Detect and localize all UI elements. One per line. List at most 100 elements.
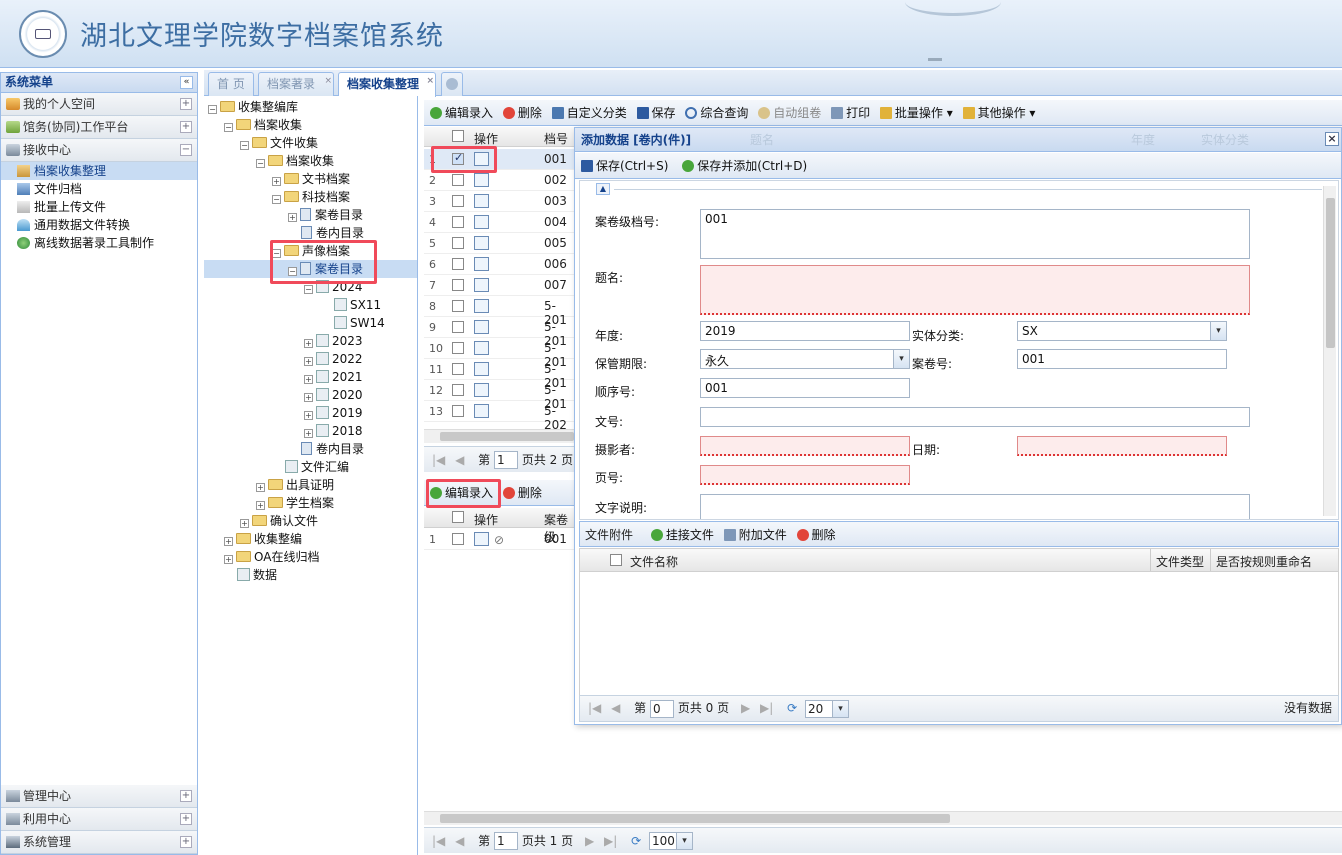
tree-node[interactable]: SW14 bbox=[334, 314, 385, 332]
photographer-field[interactable] bbox=[700, 436, 910, 456]
expand-icon[interactable]: + bbox=[180, 813, 192, 825]
tree-node[interactable]: 卷内目录 bbox=[301, 440, 364, 458]
col-header-filetype[interactable]: 文件类型 bbox=[1156, 553, 1204, 570]
tree-node[interactable]: 文件汇编 bbox=[285, 458, 349, 476]
table-row[interactable]: 2 002 bbox=[424, 170, 574, 191]
class-select[interactable]: SX ▾ bbox=[1017, 321, 1227, 341]
row-checkbox[interactable] bbox=[452, 363, 464, 375]
chevron-down-icon[interactable]: ▾ bbox=[893, 350, 909, 368]
menu-section-personal-space[interactable]: 我的个人空间 + bbox=[1, 93, 197, 116]
docno-field[interactable] bbox=[700, 407, 1250, 427]
other-ops-button[interactable]: 其他操作 ▾ bbox=[962, 100, 1035, 126]
expand-icon[interactable]: + bbox=[180, 98, 192, 110]
page-input[interactable]: 1 bbox=[494, 450, 519, 469]
menu-item-batch-upload[interactable]: 批量上传文件 bbox=[1, 198, 197, 216]
title-field[interactable] bbox=[700, 265, 1250, 315]
edit-record-icon[interactable] bbox=[474, 532, 489, 546]
table-row[interactable]: 5 005 bbox=[424, 233, 574, 254]
expand-icon[interactable]: + bbox=[180, 121, 192, 133]
menu-item-archive-collect[interactable]: 档案收集整理 bbox=[1, 162, 197, 180]
tab-home[interactable]: 首 页 bbox=[208, 72, 254, 96]
row-checkbox[interactable] bbox=[452, 321, 464, 333]
row-checkbox[interactable] bbox=[452, 216, 464, 228]
refresh-icon[interactable]: ⟳ bbox=[787, 696, 797, 721]
refresh-icon[interactable]: ⟳ bbox=[631, 829, 641, 853]
attach-file-button[interactable]: 附加文件 bbox=[723, 522, 787, 548]
prev-page-icon[interactable]: ◀ bbox=[455, 829, 464, 853]
menu-item-data-convert[interactable]: 通用数据文件转换 bbox=[1, 216, 197, 234]
tree-node[interactable]: − 科技档案 bbox=[272, 188, 350, 206]
tab-archive-entry[interactable]: 档案著录 × bbox=[258, 72, 334, 96]
table-row[interactable]: 12 5-201 bbox=[424, 380, 574, 411]
table-row[interactable]: 3 003 bbox=[424, 191, 574, 212]
page-input[interactable]: 0 bbox=[650, 699, 675, 718]
row-checkbox[interactable] bbox=[452, 174, 464, 186]
edit-record-icon[interactable] bbox=[474, 362, 489, 376]
expand-icon[interactable]: + bbox=[180, 790, 192, 802]
attachment-delete-button[interactable]: 删除 bbox=[796, 522, 836, 548]
select-all-checkbox[interactable] bbox=[452, 511, 464, 523]
menu-item-file-archive[interactable]: 文件归档 bbox=[1, 180, 197, 198]
close-tab-icon[interactable]: × bbox=[426, 70, 434, 92]
row-checkbox[interactable] bbox=[452, 384, 464, 396]
row-checkbox[interactable] bbox=[452, 258, 464, 270]
upper-hscrollbar[interactable] bbox=[424, 429, 574, 443]
case-no-field[interactable]: 001 bbox=[700, 209, 1250, 259]
first-page-icon[interactable]: |◀ bbox=[432, 829, 445, 853]
dialog-save-add-button[interactable]: 保存并添加(Ctrl+D) bbox=[682, 153, 807, 179]
close-tab-icon[interactable]: × bbox=[324, 70, 332, 92]
vol-field[interactable]: 001 bbox=[1017, 349, 1227, 369]
tab-help[interactable] bbox=[441, 72, 463, 96]
row-checkbox[interactable] bbox=[452, 300, 464, 312]
select-all-checkbox[interactable] bbox=[610, 554, 622, 566]
keep-select[interactable]: 永久 ▾ bbox=[700, 349, 910, 369]
table-row[interactable]: 1 ⊘ 001 bbox=[424, 529, 574, 550]
prev-page-icon[interactable]: ◀ bbox=[455, 448, 464, 472]
table-row[interactable]: 8 5-201 bbox=[424, 296, 574, 327]
prev-page-icon[interactable]: ◀ bbox=[611, 696, 620, 721]
col-header-filename[interactable]: 文件名称 bbox=[630, 553, 678, 570]
row-checkbox[interactable] bbox=[452, 279, 464, 291]
tree-node[interactable]: − 收集整编库 bbox=[208, 98, 298, 116]
tree-node[interactable]: +2021 bbox=[304, 368, 363, 386]
edit-record-icon[interactable] bbox=[474, 278, 489, 292]
edit-record-icon[interactable] bbox=[474, 173, 489, 187]
fieldset-toggle[interactable]: ▲ bbox=[596, 183, 610, 195]
tree-node[interactable]: 数据 bbox=[237, 566, 277, 584]
edit-record-icon[interactable] bbox=[474, 383, 489, 397]
first-page-icon[interactable]: |◀ bbox=[588, 696, 601, 721]
seq-field[interactable]: 001 bbox=[700, 378, 910, 398]
dialog-titlebar[interactable]: 添加数据 [卷内(件)] 题名 年度 实体分类 × bbox=[575, 128, 1341, 152]
select-all-checkbox[interactable] bbox=[452, 130, 464, 142]
tree-node[interactable]: + OA在线归档 bbox=[224, 548, 319, 566]
print-button[interactable]: 打印 bbox=[831, 100, 870, 126]
page-no-field[interactable] bbox=[700, 465, 910, 485]
collapse-menu-button[interactable]: « bbox=[180, 76, 193, 89]
col-header-rename[interactable]: 是否按规则重命名 bbox=[1216, 553, 1312, 570]
page-input[interactable]: 1 bbox=[494, 831, 519, 850]
lower-hscrollbar[interactable] bbox=[424, 811, 1342, 825]
tree-node[interactable]: − 档案收集 bbox=[224, 116, 302, 134]
edit-record-icon[interactable] bbox=[474, 215, 489, 229]
edit-entry-button[interactable]: 编辑录入 bbox=[430, 100, 493, 126]
row-checkbox[interactable] bbox=[452, 195, 464, 207]
expand-icon[interactable]: + bbox=[180, 836, 192, 848]
table-row[interactable]: 9 5-201 bbox=[424, 317, 574, 348]
tree-node[interactable]: − 文件收集 bbox=[240, 134, 318, 152]
last-page-icon[interactable]: ▶| bbox=[604, 829, 617, 853]
form-vscrollbar[interactable] bbox=[1323, 186, 1336, 516]
edit-record-icon[interactable] bbox=[474, 236, 489, 250]
tab-archive-collect[interactable]: 档案收集整理 × bbox=[338, 72, 436, 97]
hook-file-button[interactable]: 挂接文件 bbox=[650, 522, 714, 548]
table-row[interactable]: 13 5-202 bbox=[424, 401, 574, 432]
edit-record-icon[interactable] bbox=[474, 404, 489, 418]
custom-category-button[interactable]: 自定义分类 bbox=[551, 100, 627, 126]
year-field[interactable]: 2019 bbox=[700, 321, 910, 341]
row-checkbox[interactable] bbox=[452, 237, 464, 249]
tree-node[interactable]: +2020 bbox=[304, 386, 363, 404]
edit-record-icon[interactable] bbox=[474, 299, 489, 313]
tree-node[interactable]: + 确认文件 bbox=[240, 512, 318, 530]
menu-section-use-center[interactable]: 利用中心 + bbox=[1, 808, 197, 831]
delete-button[interactable]: 删除 bbox=[502, 100, 542, 126]
menu-item-offline-tool[interactable]: 离线数据著录工具制作 bbox=[1, 234, 197, 252]
